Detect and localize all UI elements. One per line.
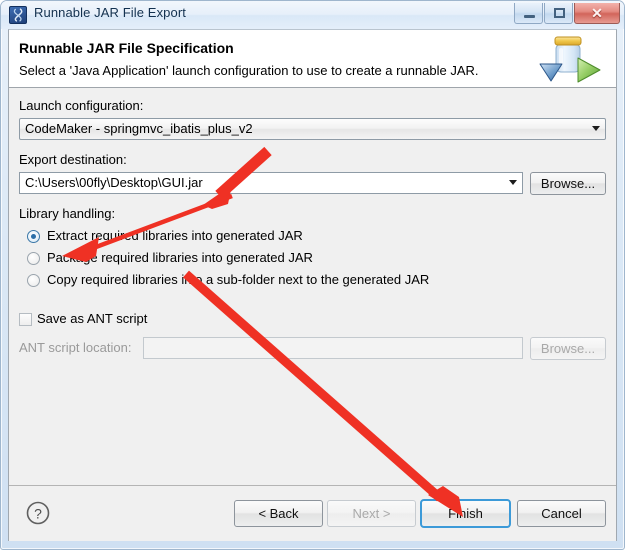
launch-configuration-label: Launch configuration: xyxy=(19,98,144,113)
wizard-banner: Runnable JAR File Specification Select a… xyxy=(9,30,616,88)
export-destination-browse-button[interactable]: Browse... xyxy=(530,172,606,195)
radio-label: Copy required libraries into a sub-folde… xyxy=(47,272,430,287)
page-title: Runnable JAR File Specification xyxy=(19,40,234,56)
dialog-client-area: Runnable JAR File Specification Select a… xyxy=(8,29,617,541)
form-body: Launch configuration: CodeMaker - spring… xyxy=(9,88,616,484)
ant-script-location-label: ANT script location: xyxy=(19,340,132,355)
close-icon: ✕ xyxy=(591,5,603,21)
ant-script-browse-button[interactable]: Browse... xyxy=(530,337,606,360)
library-handling-label: Library handling: xyxy=(19,206,116,221)
minimize-button[interactable] xyxy=(514,3,543,24)
radio-indicator xyxy=(27,274,40,287)
finish-button[interactable]: Finish xyxy=(420,499,511,528)
close-button[interactable]: ✕ xyxy=(574,3,620,24)
help-icon[interactable]: ? xyxy=(25,500,51,526)
window-title: Runnable JAR File Export xyxy=(34,5,186,20)
maximize-button[interactable] xyxy=(544,3,573,24)
cancel-button[interactable]: Cancel xyxy=(517,500,606,527)
jar-export-icon xyxy=(9,6,27,24)
back-button[interactable]: < Back xyxy=(234,500,323,527)
radio-label: Extract required libraries into generate… xyxy=(47,228,303,243)
ant-script-location-input[interactable] xyxy=(143,337,523,359)
minimize-icon xyxy=(524,15,535,18)
dialog-footer: ? < Back Next > Finish Cancel xyxy=(9,485,616,541)
runnable-jar-banner-icon xyxy=(536,32,608,87)
title-bar[interactable]: Runnable JAR File Export ✕ xyxy=(1,1,624,29)
radio-indicator xyxy=(27,252,40,265)
maximize-icon xyxy=(554,8,565,18)
page-description: Select a 'Java Application' launch confi… xyxy=(19,63,479,78)
runnable-jar-export-dialog: Runnable JAR File Export ✕ Runnable JAR … xyxy=(0,0,625,550)
radio-label: Package required libraries into generate… xyxy=(47,250,313,265)
next-button[interactable]: Next > xyxy=(327,500,416,527)
checkbox-label: Save as ANT script xyxy=(37,311,148,326)
radio-indicator-selected xyxy=(27,230,40,243)
export-destination-input[interactable]: C:\Users\00fly\Desktop\GUI.jar xyxy=(19,172,523,194)
checkbox-indicator xyxy=(19,313,32,326)
launch-configuration-combo[interactable]: CodeMaker - springmvc_ibatis_plus_v2 xyxy=(19,118,606,140)
export-destination-label: Export destination: xyxy=(19,152,127,167)
svg-text:?: ? xyxy=(34,506,42,522)
window-control-buttons: ✕ xyxy=(514,3,620,25)
